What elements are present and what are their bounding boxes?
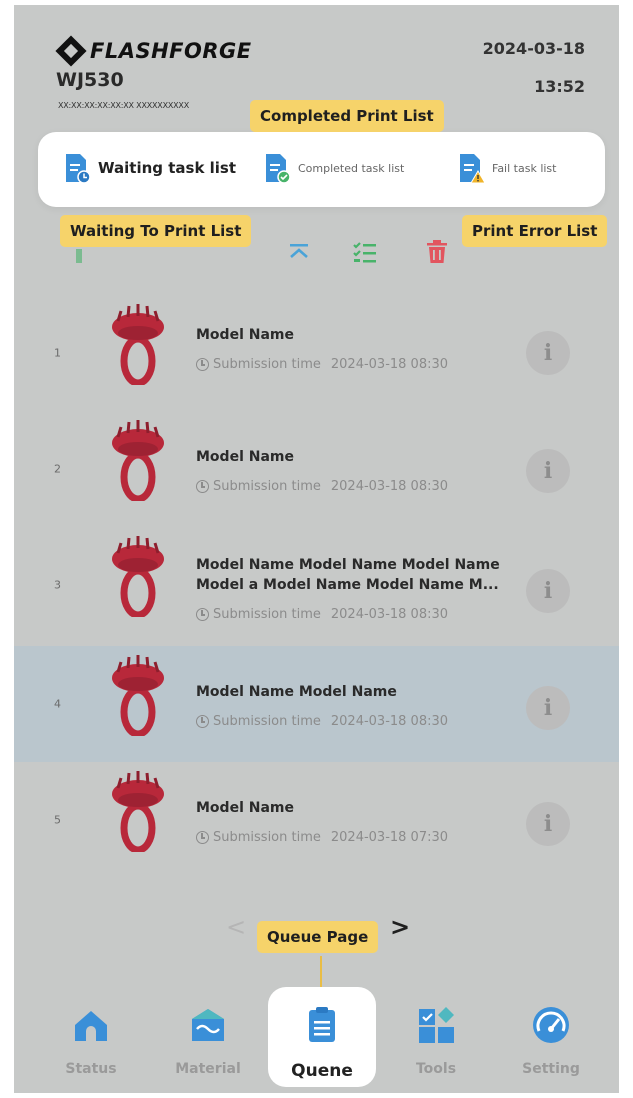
model-thumbnail-icon (112, 304, 164, 385)
screen: FLASHFORGE WJ530 XX:XX:XX:XX:XX:XX XXXXX… (14, 5, 619, 1093)
queue-item-2[interactable]: 2 Model Name Submission time 2024-03-18 … (14, 411, 619, 527)
queue-item-1[interactable]: 1 Model Name Submission time 2024-03-18 … (14, 295, 619, 411)
nav-tools-label: Tools (415, 1061, 457, 1077)
queue-item-index: 1 (54, 346, 61, 360)
tab-completed-label: Completed task list (298, 161, 405, 175)
brand-logo: FLASHFORGE (55, 35, 252, 67)
tab-fail[interactable]: Fail task list (458, 152, 556, 184)
submission-time-value: 2024-03-18 08:30 (330, 479, 449, 494)
nav-queue[interactable]: Quene (277, 997, 367, 1087)
callout-pointer (320, 956, 322, 990)
nav-setting[interactable]: Setting (506, 997, 596, 1087)
clock-icon (196, 715, 209, 728)
next-page-button[interactable]: > (390, 913, 410, 941)
nav-status[interactable]: Status (46, 997, 136, 1087)
submission-time: Submission time 2024-03-18 08:30 (196, 357, 448, 372)
task-list-tabs: Waiting task list Completed task list Fa… (38, 132, 605, 207)
submission-time-label: Submission time (213, 830, 321, 845)
submission-time: Submission time 2024-03-18 07:30 (196, 830, 448, 845)
queue-item-index: 4 (54, 697, 61, 711)
gauge-icon (533, 1007, 569, 1043)
queue-item-index: 3 (54, 578, 61, 592)
queue-icon (309, 1007, 335, 1042)
queue-item-3[interactable]: 3 Model Name Model Name Model Name Model… (14, 527, 619, 643)
info-icon[interactable]: i (526, 802, 570, 846)
submission-time: Submission time 2024-03-18 08:30 (196, 714, 448, 729)
submission-time-label: Submission time (213, 714, 321, 729)
tab-waiting[interactable]: Waiting task list (64, 152, 236, 184)
info-icon[interactable]: i (526, 449, 570, 493)
callout-waiting-list: Waiting To Print List (60, 215, 252, 247)
submission-time-value: 2024-03-18 07:30 (330, 830, 449, 845)
clock-icon (196, 358, 209, 371)
model-thumbnail-icon (112, 655, 164, 736)
model-name: Model Name (196, 327, 294, 343)
info-icon[interactable]: i (526, 331, 570, 375)
multi-select-icon[interactable] (350, 237, 380, 267)
delete-icon[interactable] (422, 237, 452, 267)
clock-icon (196, 480, 209, 493)
clock-icon (196, 831, 209, 844)
callout-error-list: Print Error List (462, 215, 608, 247)
move-top-icon[interactable] (284, 237, 314, 267)
info-icon[interactable]: i (526, 686, 570, 730)
submission-time-label: Submission time (213, 357, 321, 372)
nav-queue-label: Quene (291, 1061, 353, 1081)
device-name: WJ530 (56, 69, 124, 91)
model-name: Model Name (196, 449, 294, 465)
submission-time-label: Submission time (213, 607, 321, 622)
brand-mark-icon (55, 35, 87, 67)
tab-fail-label: Fail task list (492, 161, 557, 175)
callout-queue-page: Queue Page (257, 921, 379, 953)
submission-time: Submission time 2024-03-18 08:30 (196, 607, 448, 622)
completed-doc-icon (266, 154, 290, 184)
prev-page-button[interactable]: < (226, 913, 246, 941)
clock-icon (196, 608, 209, 621)
submission-time-label: Submission time (213, 479, 321, 494)
nav-material[interactable]: Material (163, 997, 253, 1087)
model-name: Model Name Model Name Model Name Model a… (196, 557, 500, 593)
model-name: Model Name (196, 800, 294, 816)
material-icon (192, 1009, 224, 1041)
submission-time-value: 2024-03-18 08:30 (330, 714, 449, 729)
model-thumbnail-icon (112, 536, 164, 617)
nav-status-label: Status (65, 1061, 117, 1077)
nav-material-label: Material (175, 1061, 241, 1077)
submission-time-value: 2024-03-18 08:30 (330, 357, 449, 372)
callout-completed-list: Completed Print List (250, 100, 444, 132)
submission-time-value: 2024-03-18 08:30 (330, 607, 449, 622)
brand-name: FLASHFORGE (90, 39, 252, 63)
info-icon[interactable]: i (526, 569, 570, 613)
nav-tools[interactable]: Tools (391, 997, 481, 1087)
queue-item-5[interactable]: 5 Model Name Submission time 2024-03-18 … (14, 762, 619, 878)
model-thumbnail-icon (112, 420, 164, 501)
model-name: Model Name Model Name (196, 684, 397, 700)
tab-waiting-label: Waiting task list (98, 159, 237, 177)
submission-time: Submission time 2024-03-18 08:30 (196, 479, 448, 494)
queue-item-index: 2 (54, 462, 61, 476)
waiting-doc-icon (66, 154, 90, 184)
model-thumbnail-icon (112, 771, 164, 852)
tools-icon (419, 1007, 454, 1043)
queue-item-index: 5 (54, 813, 61, 827)
home-icon (75, 1011, 107, 1041)
tab-completed[interactable]: Completed task list (264, 152, 404, 184)
device-ids: XX:XX:XX:XX:XX:XX XXXXXXXXXX (58, 101, 189, 110)
hidden-toolbar-fragment (76, 249, 82, 263)
queue-item-4[interactable]: 4 Model Name Model Name Submission time … (14, 646, 619, 762)
date-display: 2024-03-18 (482, 39, 585, 58)
nav-setting-label: Setting (522, 1061, 580, 1077)
fail-doc-icon (460, 154, 484, 184)
time-display: 13:52 (534, 77, 585, 96)
